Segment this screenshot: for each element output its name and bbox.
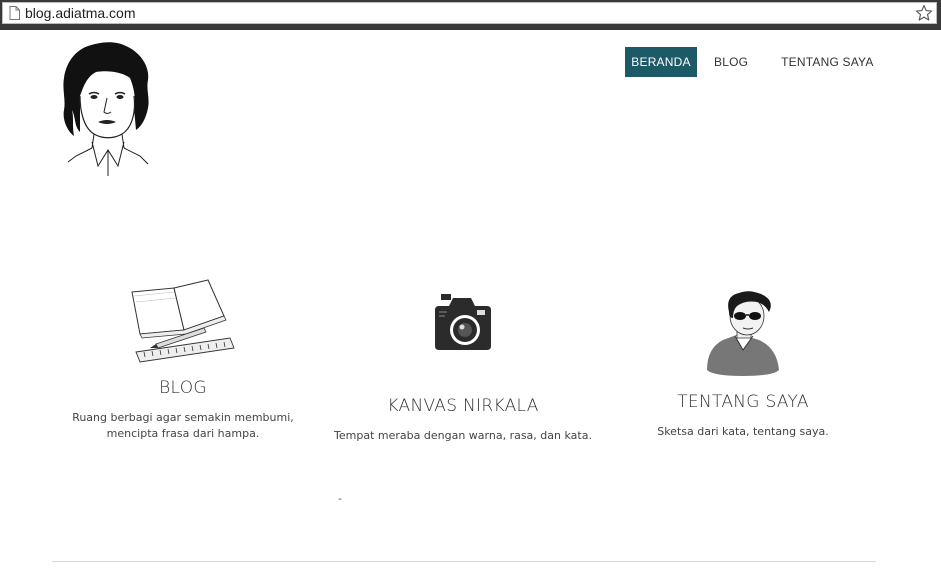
description-line: mencipta frasa dari hampa. [106, 427, 260, 440]
nav-item-blog[interactable]: BLOG [706, 47, 756, 77]
feature-description: Ruang berbagi agar semakin membumi, menc… [70, 410, 296, 442]
main-nav: BERANDA BLOG TENTANG SAYA [625, 47, 882, 77]
feature-description: Sketsa dari kata, tentang saya. [657, 425, 829, 438]
url-text: blog.adiatma.com [25, 5, 136, 21]
site-logo-portrait[interactable] [58, 38, 158, 178]
feature-title[interactable]: BLOG [70, 378, 296, 398]
feature-description: Tempat meraba dengan warna, rasa, dan ka… [334, 429, 592, 442]
feature-title[interactable]: TENTANG SAYA [630, 392, 856, 412]
feature-tentang-saya[interactable]: TENTANG SAYA Sketsa dari kata, tentang s… [630, 290, 856, 440]
feature-title[interactable]: KANVAS NIRKALA [330, 396, 596, 416]
nav-item-beranda[interactable]: BERANDA [625, 47, 697, 77]
stray-text: - [338, 492, 342, 505]
browser-toolbar: blog.adiatma.com [0, 0, 941, 30]
description-line: Ruang berbagi agar semakin membumi, [72, 411, 294, 424]
feature-kanvas-nirkala[interactable]: KANVAS NIRKALA Tempat meraba dengan warn… [330, 290, 596, 444]
feature-blog[interactable]: BLOG Ruang berbagi agar semakin membumi,… [70, 278, 296, 442]
address-bar[interactable]: blog.adiatma.com [2, 2, 937, 24]
camera-icon [435, 294, 491, 350]
notebook-pencil-ruler-icon [131, 279, 235, 363]
person-sunglasses-icon [707, 291, 779, 376]
bookmark-star-icon[interactable] [915, 4, 933, 22]
nav-item-tentang-saya[interactable]: TENTANG SAYA [773, 47, 881, 77]
footer-divider [52, 561, 876, 562]
page-icon [9, 6, 20, 20]
